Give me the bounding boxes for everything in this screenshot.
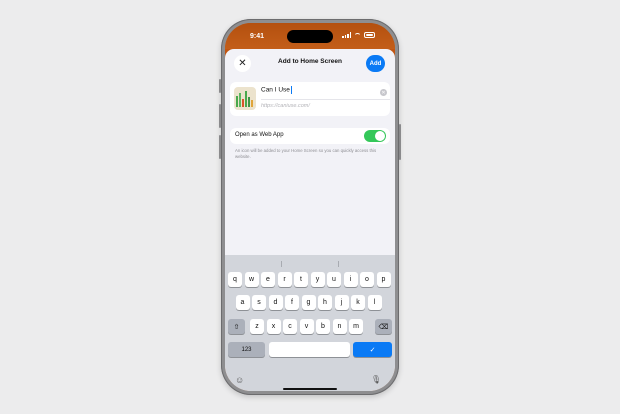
key-i[interactable]: i (343, 272, 358, 287)
key-n[interactable]: n (332, 319, 347, 334)
field-divider (261, 99, 390, 100)
volume-down-button (219, 135, 221, 159)
app-name-input[interactable]: Can I Use (261, 86, 292, 94)
add-to-home-sheet: ✕ Add to Home Screen Add Can I Use ✕ htt… (225, 49, 395, 391)
web-app-toggle[interactable] (364, 130, 386, 142)
key-d[interactable]: d (268, 295, 283, 310)
key-x[interactable]: x (266, 319, 281, 334)
delete-key[interactable]: ⌫ (375, 319, 392, 334)
app-url: https://caniuse.com/ (261, 103, 310, 109)
dynamic-island (287, 30, 333, 43)
clear-text-icon[interactable]: ✕ (380, 89, 387, 96)
key-v[interactable]: v (299, 319, 314, 334)
caniuse-app-icon (234, 87, 256, 110)
phone-screen: 9:41 ✕ Add to Home Screen Add Can I Use … (225, 23, 395, 391)
key-u[interactable]: u (327, 272, 341, 287)
web-app-label: Open as Web App (235, 132, 284, 138)
key-r[interactable]: r (277, 272, 292, 287)
battery-icon (364, 32, 375, 38)
web-app-note: An icon will be added to your Home Scree… (235, 148, 377, 159)
text-cursor (290, 86, 292, 94)
key-k[interactable]: k (351, 295, 365, 310)
iphone-frame: 9:41 ✕ Add to Home Screen Add Can I Use … (219, 19, 401, 395)
key-o[interactable]: o (360, 272, 374, 287)
key-e[interactable]: e (261, 272, 275, 287)
action-button (219, 79, 221, 93)
microphone-icon[interactable]: 🎙 (371, 375, 381, 384)
status-time: 9:41 (250, 33, 265, 40)
key-a[interactable]: a (235, 295, 250, 310)
key-c[interactable]: c (283, 319, 297, 334)
key-m[interactable]: m (349, 319, 363, 334)
key-w[interactable]: w (244, 272, 259, 287)
key-f[interactable]: f (285, 295, 299, 310)
key-s[interactable]: s (252, 295, 266, 310)
key-z[interactable]: z (250, 319, 264, 334)
key-t[interactable]: t (294, 272, 308, 287)
key-h[interactable]: h (318, 295, 332, 310)
done-key[interactable]: ✓ (353, 342, 392, 357)
space-key[interactable] (269, 342, 350, 357)
wifi-icon (354, 32, 361, 38)
toggle-knob (375, 131, 385, 141)
numbers-key[interactable]: 123 (228, 342, 265, 357)
suggestion-bar (225, 259, 395, 268)
key-l[interactable]: l (367, 295, 382, 310)
web-app-row: Open as Web App (230, 128, 390, 144)
shift-key[interactable]: ⇧ (228, 319, 245, 334)
key-g[interactable]: g (301, 295, 316, 310)
side-button (399, 124, 401, 160)
key-q[interactable]: q (228, 272, 242, 287)
key-b[interactable]: b (316, 319, 330, 334)
keyboard: qwertyuiop asdfghjkl zxcvbnm ⇧ ⌫ 123 ✓ ☺… (225, 255, 395, 391)
key-y[interactable]: y (310, 272, 325, 287)
status-bar: 9:41 (225, 23, 395, 49)
key-p[interactable]: p (376, 272, 391, 287)
volume-up-button (219, 104, 221, 128)
key-j[interactable]: j (334, 295, 349, 310)
sheet-nav-bar: ✕ Add to Home Screen Add (225, 49, 395, 77)
add-button[interactable]: Add (366, 55, 385, 72)
emoji-icon[interactable]: ☺ (235, 375, 244, 385)
app-info-card: Can I Use ✕ https://caniuse.com/ (230, 82, 390, 116)
cellular-signal-icon (342, 32, 351, 38)
home-indicator (283, 388, 337, 390)
status-icons (342, 32, 375, 38)
